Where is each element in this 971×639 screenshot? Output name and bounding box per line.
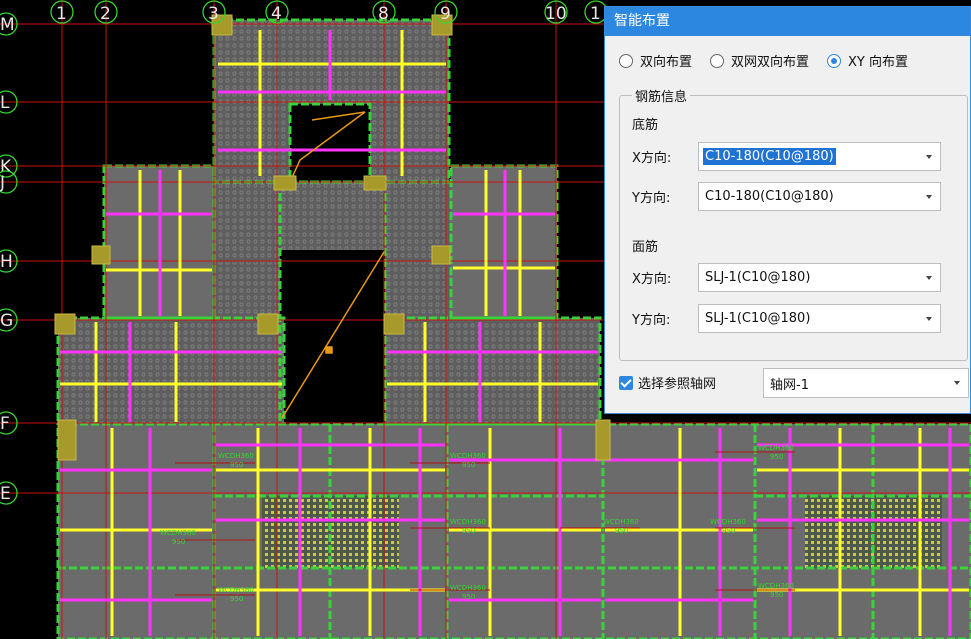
chevron-down-icon bbox=[926, 155, 932, 159]
svg-text:G: G bbox=[0, 311, 13, 331]
top-x-select[interactable]: SLJ-1(C10@180) bbox=[698, 263, 941, 292]
bottom-y-label: Y方向: bbox=[632, 191, 671, 206]
ref-grid-checkbox[interactable]: 选择参照轴网 bbox=[619, 373, 716, 392]
ref-grid-label: 选择参照轴网 bbox=[638, 377, 717, 392]
svg-text:950: 950 bbox=[770, 591, 783, 599]
top-x-value: SLJ-1(C10@180) bbox=[705, 270, 811, 285]
smart-layout-dialog: 智能布置 双向布置 双网双向布置 XY 向布置 钢筋信息 底筋 X方向: C10… bbox=[604, 6, 971, 414]
top-y-select[interactable]: SLJ-1(C10@180) bbox=[698, 304, 941, 333]
top-x-label: X方向: bbox=[632, 272, 672, 287]
svg-text:1: 1 bbox=[56, 4, 67, 24]
svg-text:L: L bbox=[0, 93, 10, 113]
svg-text:950: 950 bbox=[230, 595, 243, 603]
layout-mode-radios: 双向布置 双网双向布置 XY 向布置 bbox=[619, 51, 926, 70]
svg-text:9: 9 bbox=[440, 4, 451, 24]
svg-text:H: H bbox=[0, 252, 13, 272]
bottom-y-row: Y方向: C10-180(C10@180) bbox=[632, 182, 941, 211]
radio-label: XY 向布置 bbox=[848, 55, 909, 70]
group-title: 钢筋信息 bbox=[632, 86, 691, 105]
bottom-y-value: C10-180(C10@180) bbox=[705, 189, 834, 204]
svg-text:WCDH360: WCDH360 bbox=[450, 452, 486, 460]
top-x-row: X方向: SLJ-1(C10@180) bbox=[632, 263, 941, 292]
grid-value: 轴网-1 bbox=[770, 377, 809, 393]
svg-text:WCDH360: WCDH360 bbox=[218, 586, 254, 594]
radio-double-net-bidirectional[interactable]: 双网双向布置 bbox=[710, 51, 809, 70]
radio-bidirectional[interactable]: 双向布置 bbox=[619, 51, 692, 70]
svg-text:WCDH360: WCDH360 bbox=[450, 518, 486, 526]
svg-text:8: 8 bbox=[378, 4, 389, 24]
bottom-x-label: X方向: bbox=[632, 151, 672, 166]
grid-select[interactable]: 轴网-1 bbox=[763, 368, 969, 398]
svg-text:F: F bbox=[0, 414, 10, 434]
rebar-info-group: 钢筋信息 底筋 X方向: C10-180(C10@180) Y方向: C10-1… bbox=[619, 86, 968, 361]
svg-text:J: J bbox=[0, 173, 5, 193]
svg-text:WCDH360: WCDH360 bbox=[450, 584, 486, 592]
chevron-down-icon bbox=[926, 276, 932, 280]
radio-label: 双网双向布置 bbox=[731, 55, 810, 70]
bottom-x-row: X方向: C10-180(C10@180) bbox=[632, 142, 941, 171]
svg-text:WCDH360: WCDH360 bbox=[758, 582, 794, 590]
radio-label: 双向布置 bbox=[640, 55, 693, 70]
radio-selected-icon bbox=[827, 53, 842, 68]
svg-text:950: 950 bbox=[172, 538, 185, 546]
svg-text:M: M bbox=[0, 15, 15, 35]
dialog-title[interactable]: 智能布置 bbox=[605, 7, 970, 36]
radio-dot-icon bbox=[710, 53, 725, 68]
svg-text:WCDH360: WCDH360 bbox=[758, 444, 794, 452]
bottom-x-select[interactable]: C10-180(C10@180) bbox=[698, 142, 941, 171]
top-y-row: Y方向: SLJ-1(C10@180) bbox=[632, 304, 941, 333]
svg-text:4: 4 bbox=[271, 4, 282, 24]
svg-text:WCDH360: WCDH360 bbox=[603, 518, 639, 526]
top-y-label: Y方向: bbox=[632, 313, 671, 328]
svg-text:WCDH360: WCDH360 bbox=[160, 529, 196, 537]
svg-text:950: 950 bbox=[722, 527, 735, 535]
svg-text:950: 950 bbox=[230, 461, 243, 469]
svg-text:950: 950 bbox=[462, 593, 475, 601]
svg-text:3: 3 bbox=[208, 4, 219, 24]
radio-dot-icon bbox=[619, 53, 633, 68]
svg-text:950: 950 bbox=[770, 453, 783, 461]
top-y-value: SLJ-1(C10@180) bbox=[705, 311, 811, 326]
chevron-down-icon bbox=[926, 195, 932, 199]
chevron-down-icon bbox=[954, 381, 960, 385]
svg-text:950: 950 bbox=[462, 527, 475, 535]
top-rebar-title: 面筋 bbox=[632, 240, 659, 255]
svg-text:1: 1 bbox=[590, 4, 601, 24]
svg-text:950: 950 bbox=[462, 461, 475, 469]
chevron-down-icon bbox=[926, 317, 932, 321]
bottom-x-value: C10-180(C10@180) bbox=[703, 148, 836, 165]
checkbox-checked-icon bbox=[619, 375, 633, 390]
svg-text:E: E bbox=[0, 484, 11, 504]
radio-xy-direction[interactable]: XY 向布置 bbox=[827, 51, 908, 70]
bottom-rebar-title: 底筋 bbox=[632, 118, 659, 133]
svg-text:WCDH360: WCDH360 bbox=[218, 452, 254, 460]
svg-text:10: 10 bbox=[545, 4, 567, 24]
bottom-y-select[interactable]: C10-180(C10@180) bbox=[698, 182, 941, 211]
svg-text:950: 950 bbox=[615, 527, 628, 535]
svg-text:2: 2 bbox=[100, 4, 111, 24]
svg-text:WCDH360: WCDH360 bbox=[710, 518, 746, 526]
